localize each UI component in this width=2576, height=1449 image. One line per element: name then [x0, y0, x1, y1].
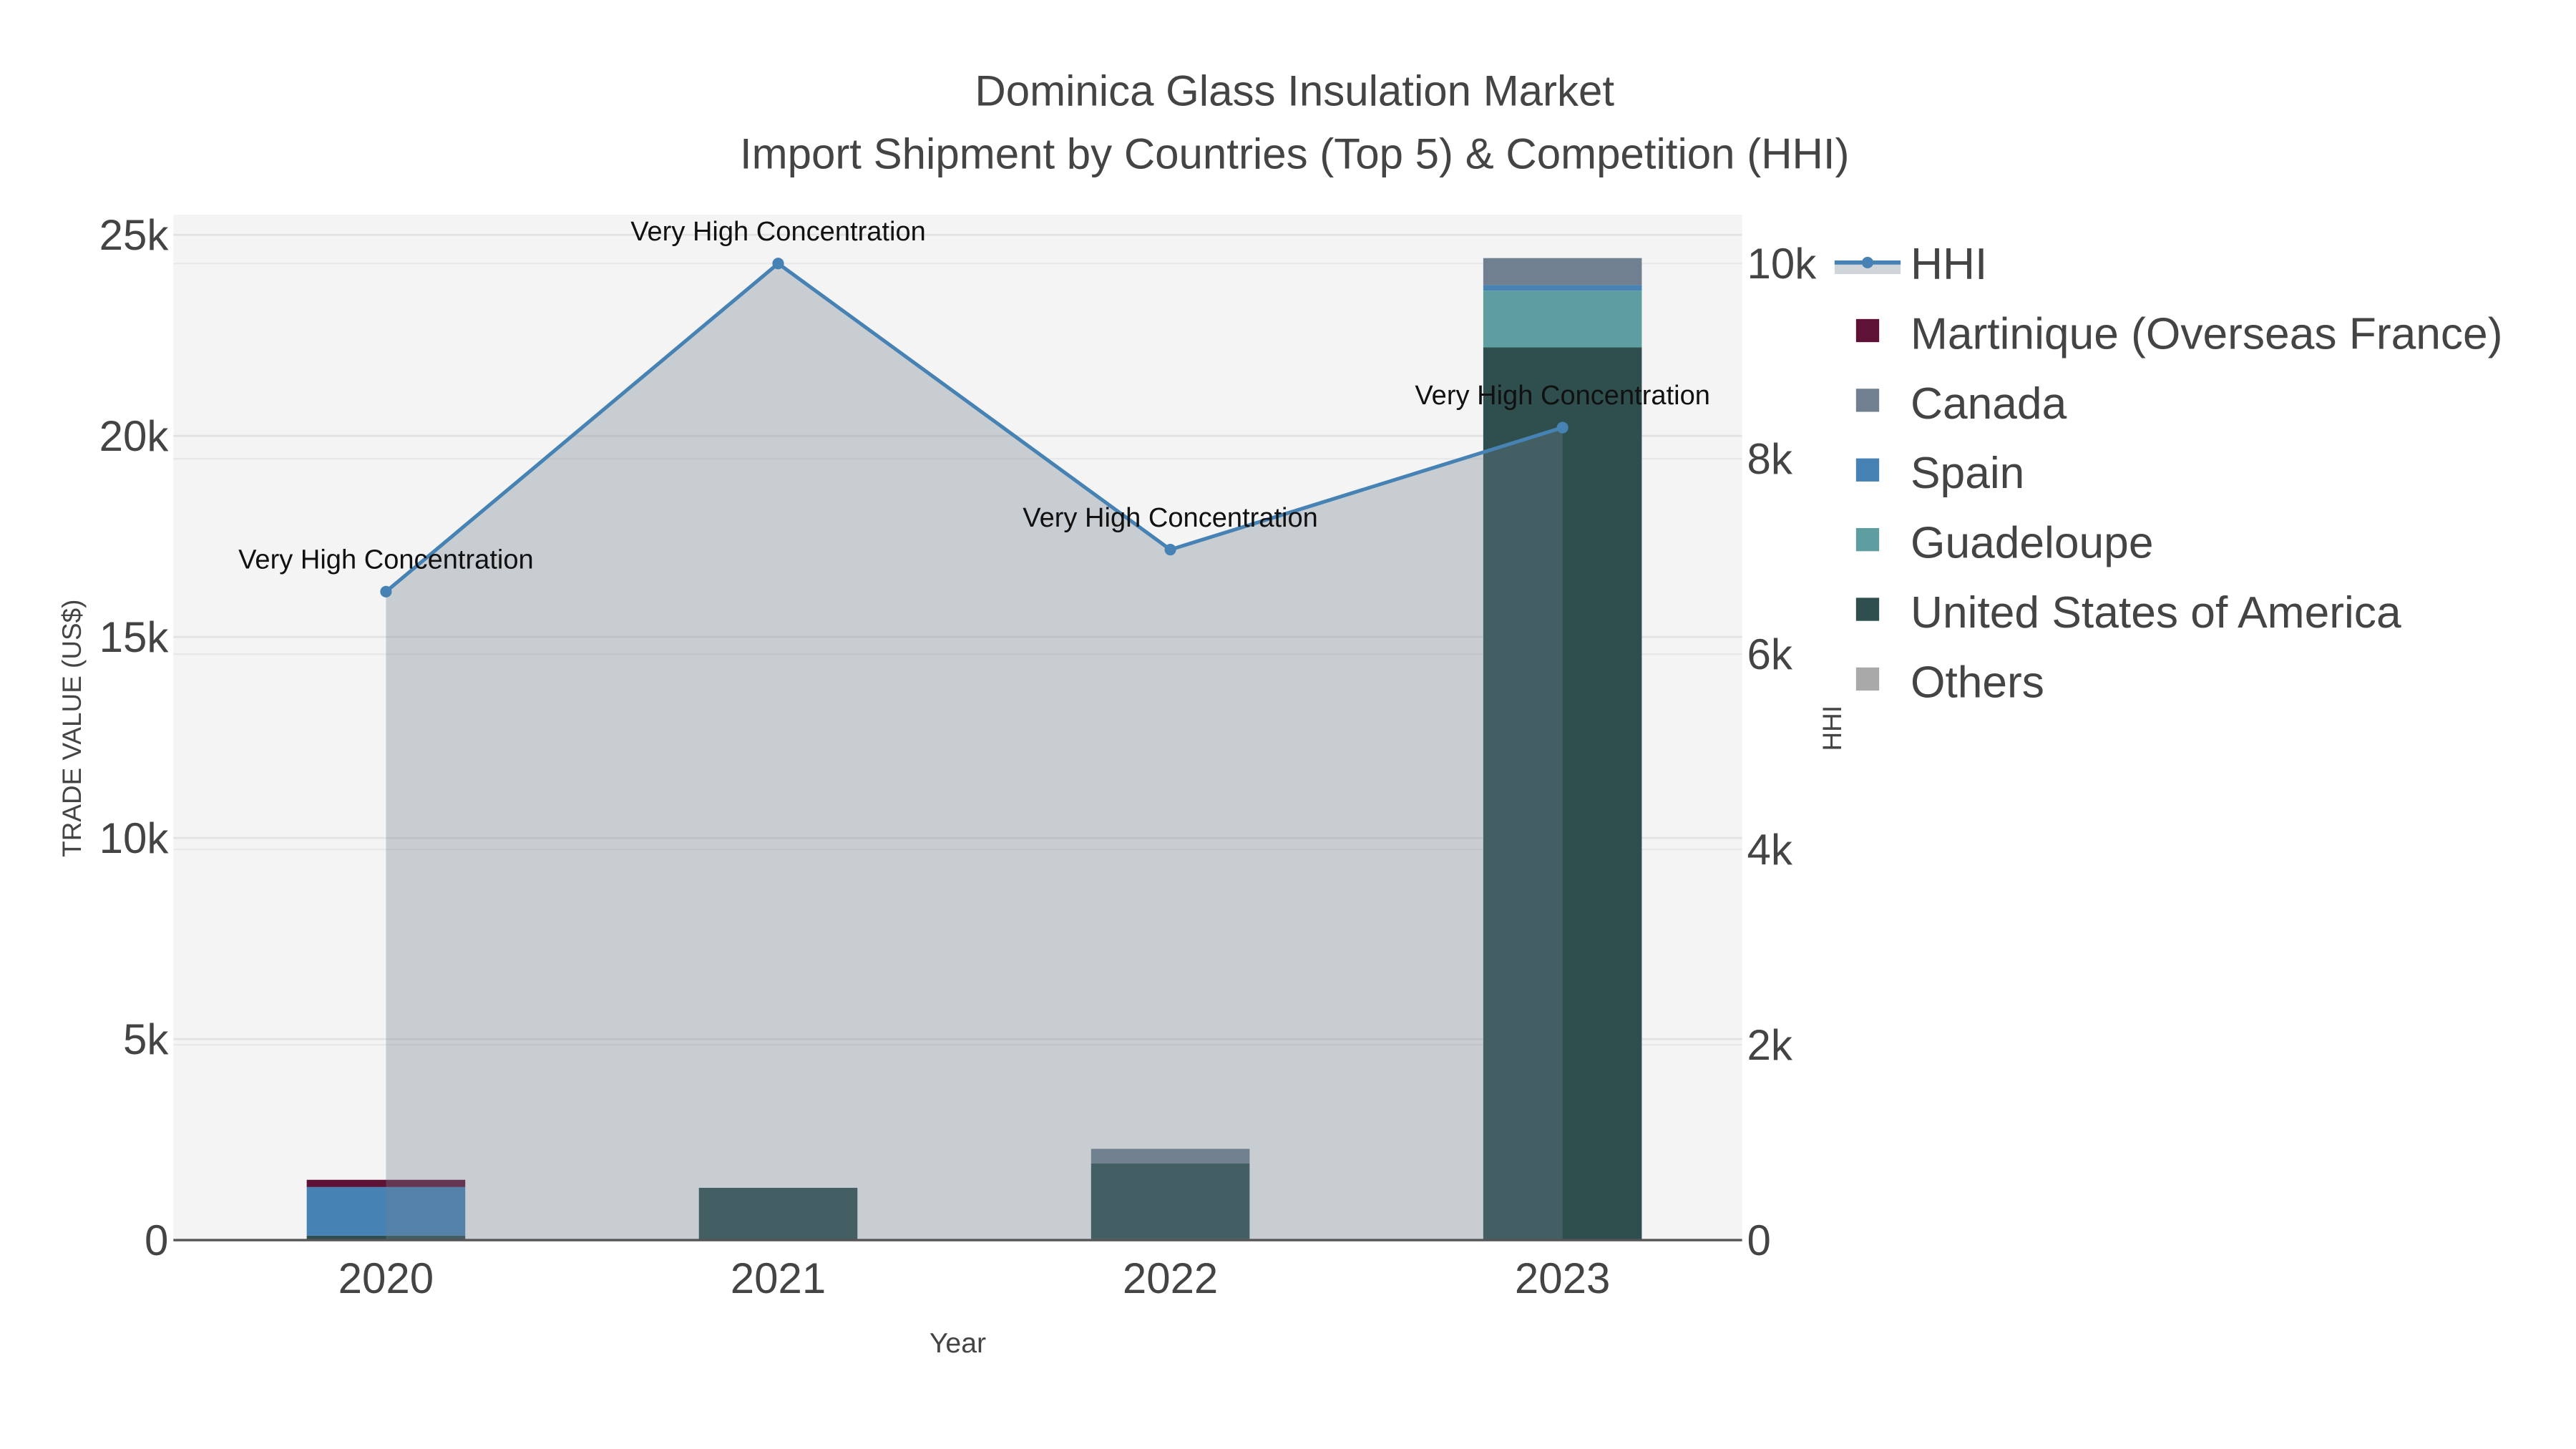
legend-label: HHI [1911, 240, 1987, 289]
legend-item-hhi[interactable]: HHI [1834, 240, 1987, 289]
y-tick-label: 20k [99, 412, 170, 460]
x-tick-label: 2022 [1123, 1254, 1218, 1302]
legend-label: Spain [1911, 449, 2024, 498]
y-axis-title: TRADE VALUE (US$) [57, 600, 87, 857]
legend-item-others[interactable]: Others [1855, 658, 2044, 707]
y2-axis-title: HHI [1818, 706, 1847, 751]
y-tick-label: 5k [123, 1015, 169, 1063]
hhi-point-2022[interactable] [1164, 544, 1176, 556]
legend-swatch [1861, 256, 1874, 268]
legend-item-guadeloupe[interactable]: Guadeloupe [1855, 519, 2154, 568]
legend-swatch [1855, 597, 1880, 621]
x-tick-label: 2020 [338, 1254, 434, 1302]
hhi-point-2020[interactable] [380, 585, 392, 597]
legend-label: United States of America [1911, 588, 2401, 638]
legend-item-united-states-of-america[interactable]: United States of America [1855, 588, 2401, 638]
legend-label: Guadeloupe [1911, 519, 2153, 568]
x-tick-label: 2023 [1515, 1254, 1610, 1302]
y-tick-label: 25k [99, 211, 170, 259]
chart-title-line1: Dominica Glass Insulation Market [975, 67, 1614, 115]
hhi-annotation: Very High Concentration [1023, 503, 1318, 533]
chart: Dominica Glass Insulation Market Import … [57, 67, 2503, 1359]
y-tick-label: 15k [99, 613, 170, 661]
x-tick-label: 2021 [731, 1254, 826, 1302]
legend-label: Others [1911, 658, 2044, 707]
y-tick-label: 10k [99, 814, 170, 862]
legend-swatch [1855, 528, 1880, 552]
legend-item-martinique-overseas-france-[interactable]: Martinique (Overseas France) [1855, 309, 2503, 358]
legend-swatch [1855, 318, 1880, 343]
legend-item-canada[interactable]: Canada [1855, 379, 2067, 429]
bar-spain-2023[interactable] [1483, 285, 1642, 291]
chart-title-line2: Import Shipment by Countries (Top 5) & C… [740, 130, 1850, 177]
hhi-annotation: Very High Concentration [1415, 381, 1710, 411]
hhi-annotation: Very High Concentration [238, 545, 534, 575]
bar-canada-2023[interactable] [1483, 258, 1642, 286]
y2-tick-label: 2k [1747, 1021, 1793, 1069]
y2-tick-label: 10k [1747, 240, 1818, 288]
y2-tick-label: 6k [1747, 630, 1793, 678]
hhi-annotation: Very High Concentration [630, 217, 926, 247]
legend-item-spain[interactable]: Spain [1855, 449, 2024, 498]
legend-label: Martinique (Overseas France) [1911, 309, 2502, 358]
hhi-point-2023[interactable] [1556, 421, 1568, 434]
y-tick-label: 0 [145, 1216, 168, 1264]
x-axis-title: Year [930, 1327, 986, 1359]
bar-guadeloupe-2023[interactable] [1483, 291, 1642, 348]
legend-swatch [1855, 458, 1880, 482]
hhi-point-2021[interactable] [772, 258, 784, 270]
y2-tick-label: 4k [1747, 826, 1793, 874]
legend-swatch [1855, 667, 1880, 691]
legend-swatch [1855, 389, 1880, 412]
y2-tick-label: 0 [1747, 1216, 1771, 1264]
legend-label: Canada [1911, 379, 2067, 429]
y2-tick-label: 8k [1747, 435, 1793, 483]
